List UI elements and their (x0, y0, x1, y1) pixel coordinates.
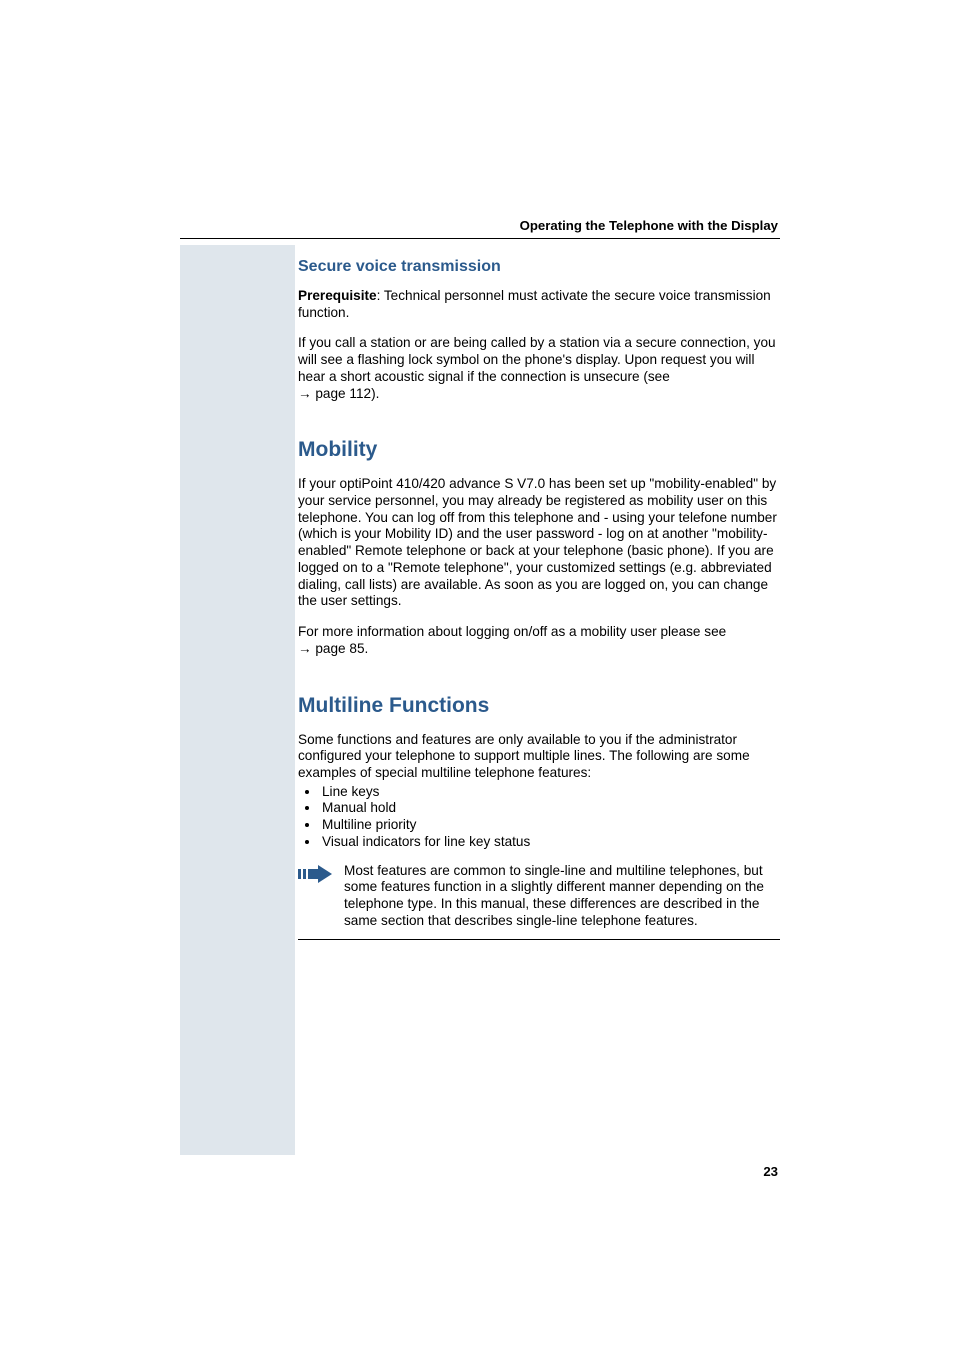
multiline-intro: Some functions and features are only ava… (298, 732, 780, 782)
running-header: Operating the Telephone with the Display (520, 218, 778, 233)
prerequisite-label: Prerequisite (298, 288, 377, 303)
note-text: Most features are common to single-line … (344, 863, 780, 930)
secure-body-text: If you call a station or are being calle… (298, 335, 776, 383)
note-arrow-icon (298, 865, 334, 888)
mobility-body-2: For more information about logging on/of… (298, 624, 780, 657)
list-item: Multiline priority (320, 817, 780, 834)
heading-mobility: Mobility (298, 438, 780, 462)
mobility-body-2-text: For more information about logging on/of… (298, 624, 726, 639)
page-number: 23 (763, 1164, 778, 1179)
note-block: Most features are common to single-line … (298, 863, 780, 930)
list-item: Manual hold (320, 800, 780, 817)
secure-prerequisite: Prerequisite: Technical personnel must a… (298, 288, 780, 321)
heading-secure-voice: Secure voice transmission (298, 258, 780, 276)
mobility-page-ref: page 85. (315, 641, 368, 656)
note-divider-rule (298, 939, 780, 940)
heading-multiline: Multiline Functions (298, 694, 780, 718)
secure-page-ref: page 112). (315, 386, 379, 401)
arrow-icon: → (298, 386, 315, 401)
secure-body: If you call a station or are being calle… (298, 335, 780, 402)
mobility-body-1: If your optiPoint 410/420 advance S V7.0… (298, 476, 780, 610)
sidebar-shade (180, 245, 295, 1155)
page: Operating the Telephone with the Display… (0, 0, 954, 1351)
list-item: Visual indicators for line key status (320, 834, 780, 851)
list-item: Line keys (320, 784, 780, 801)
header-rule (180, 238, 780, 239)
content-column: Secure voice transmission Prerequisite: … (298, 258, 780, 940)
multiline-bullet-list: Line keys Manual hold Multiline priority… (298, 784, 780, 851)
arrow-icon: → (298, 641, 315, 656)
